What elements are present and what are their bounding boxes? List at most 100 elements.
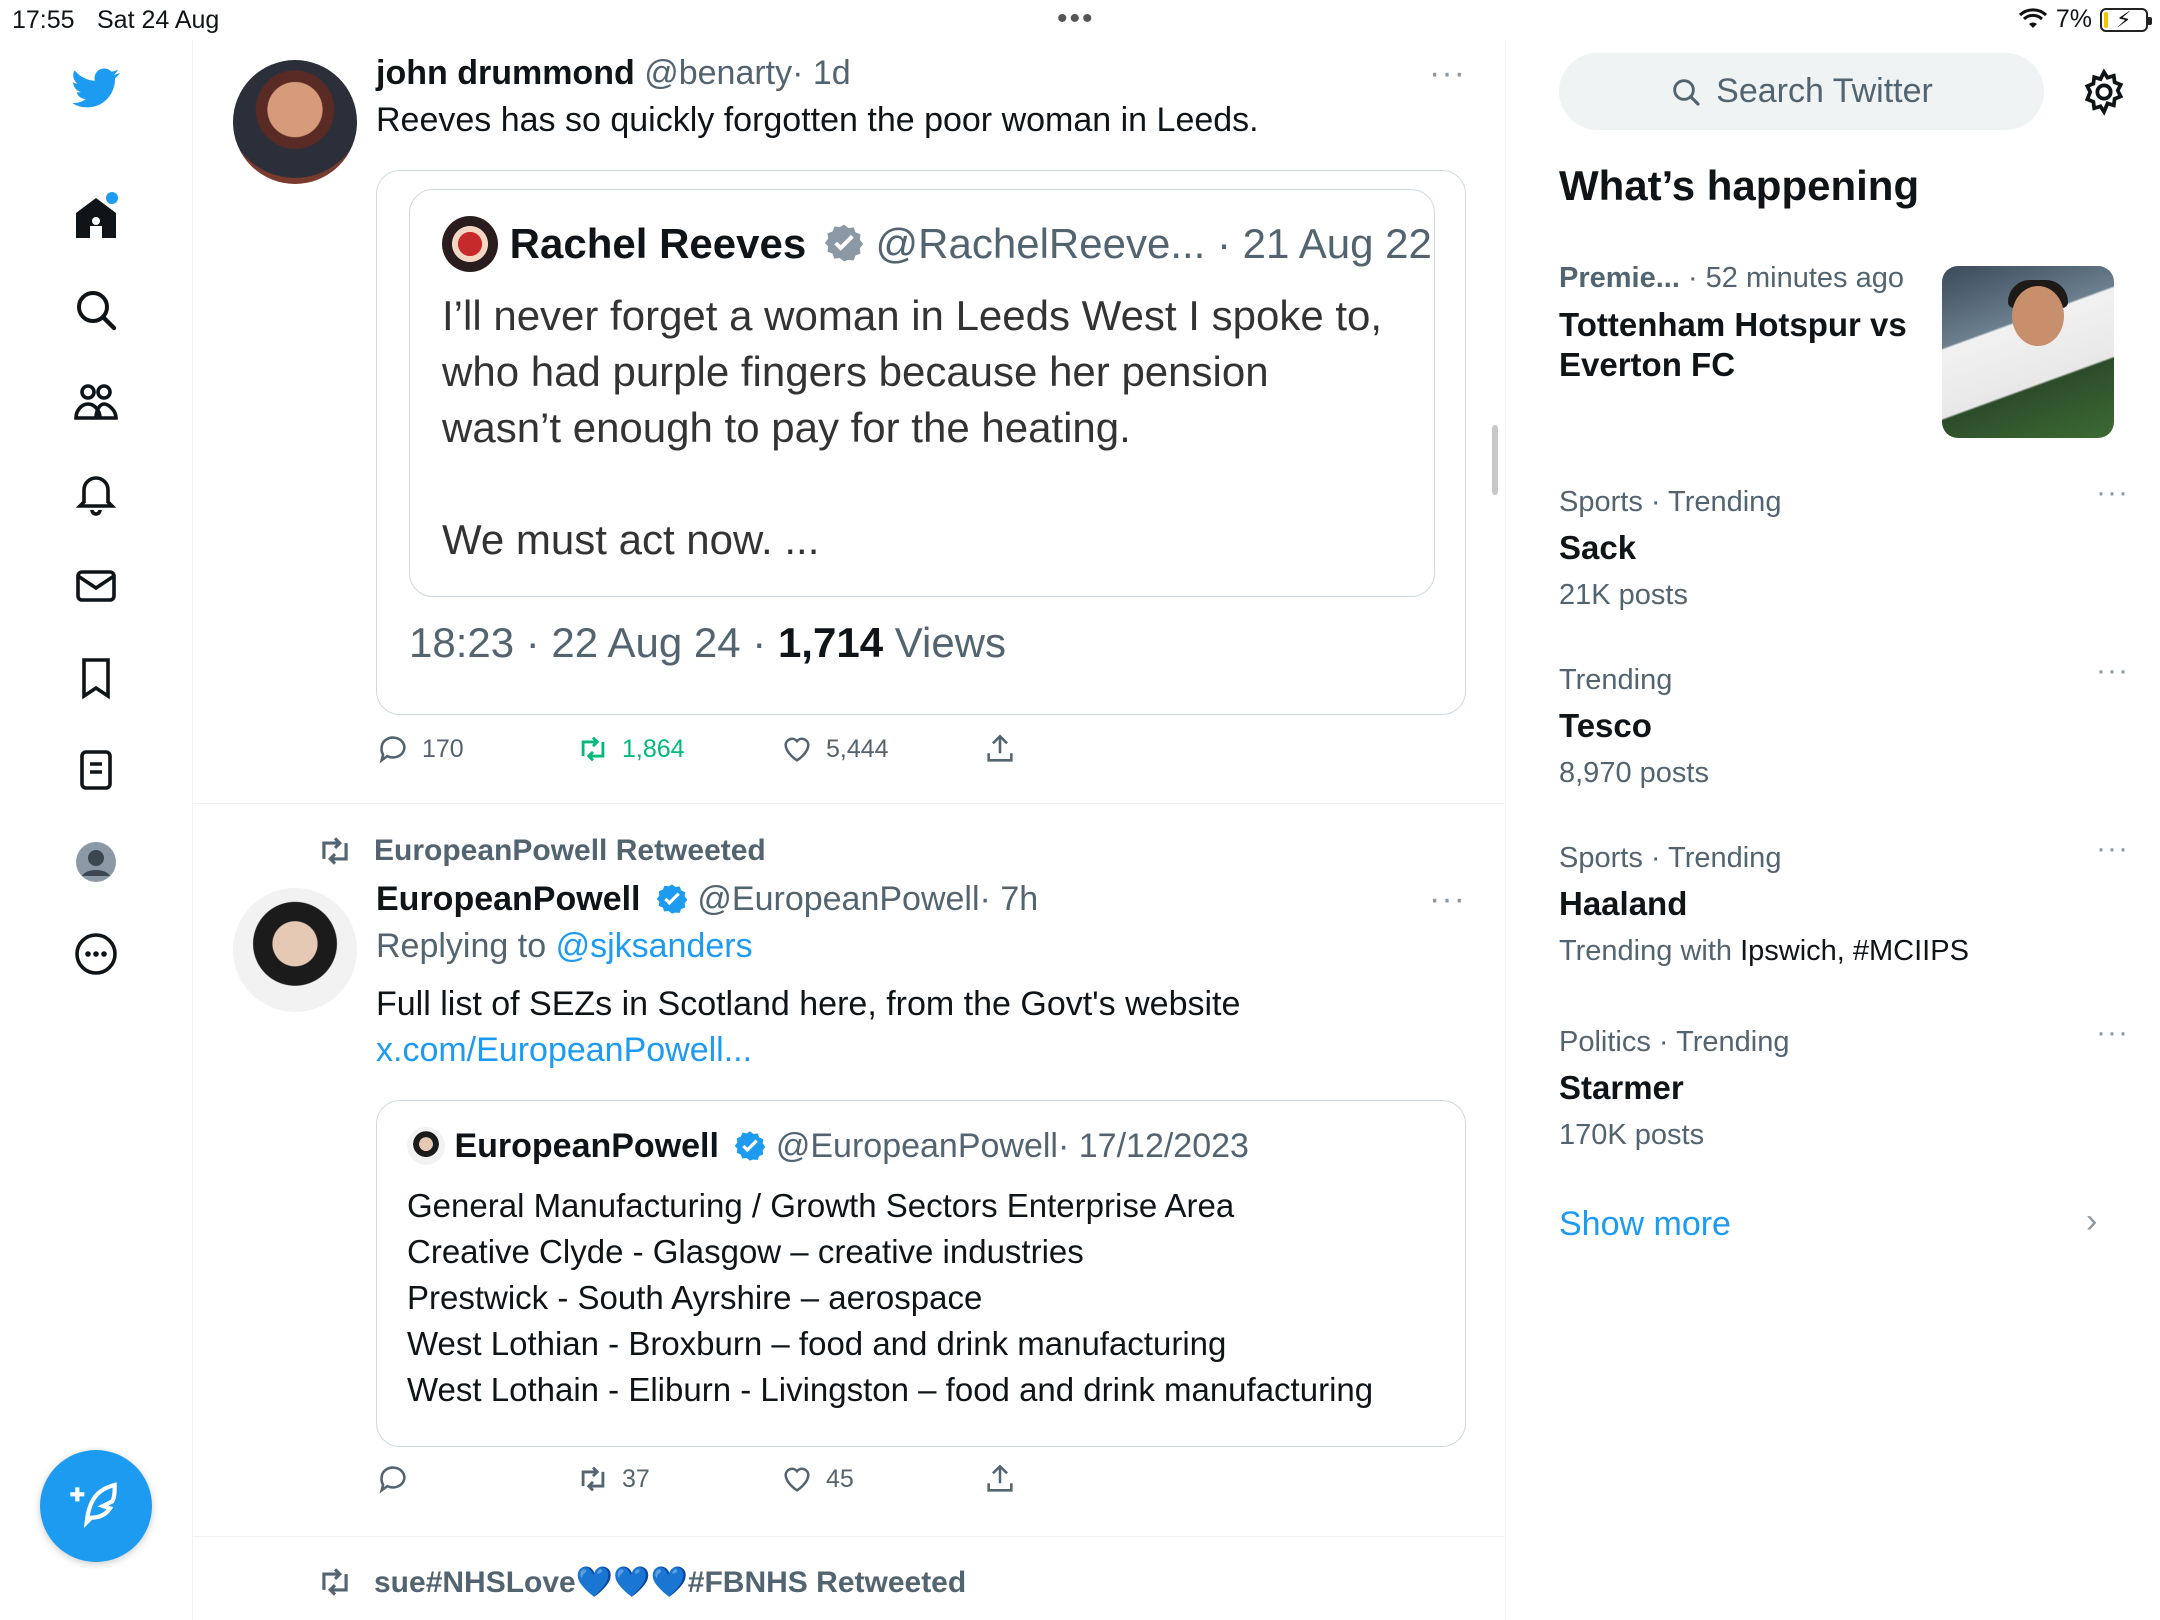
tweet[interactable]: john drummond @benarty· 1d Reeves has so…: [193, 40, 1506, 804]
compose-icon: [70, 1482, 117, 1529]
gear-icon[interactable]: [2079, 67, 2129, 117]
more-options-button[interactable]: ···: [1429, 880, 1466, 919]
quoted-card[interactable]: Rachel Reeves @RachelReeve... · 21 Aug 2…: [376, 170, 1466, 715]
twitter-logo-icon[interactable]: [68, 60, 124, 116]
retweeted-by-label[interactable]: sue#NHSLove💙💙💙#FBNHS Retweeted: [374, 1565, 966, 1600]
communities-icon[interactable]: [68, 374, 124, 430]
reply-button[interactable]: 170: [376, 732, 576, 766]
tweet[interactable]: sue#NHSLove💙💙💙#FBNHS Retweeted: [193, 1537, 1506, 1620]
tweet-actions: 37 45: [376, 1462, 1017, 1496]
quoted-date[interactable]: · 17/12/2023: [1058, 1127, 1249, 1165]
section-title: What’s happening: [1559, 162, 1920, 209]
retweet-icon: [322, 837, 348, 865]
share-button[interactable]: [983, 732, 1017, 766]
tweet[interactable]: EuropeanPowell Retweeted EuropeanPowell …: [193, 804, 1506, 1537]
quoted-text: I’ll never forget a woman in Leeds West …: [442, 288, 1382, 568]
heart-icon: [784, 1467, 810, 1492]
timeline: john drummond @benarty· 1d Reeves has so…: [193, 40, 1506, 1620]
tweet-text: Reeves has so quickly forgotten the poor…: [376, 101, 1259, 139]
battery-icon: ⚡: [2100, 7, 2152, 32]
more-options-button[interactable]: ···: [2096, 1016, 2129, 1050]
trend-count: 170K posts: [1559, 1119, 1705, 1151]
multitasking-dots[interactable]: •••: [1057, 2, 1095, 36]
more-options-button[interactable]: ···: [2096, 654, 2129, 688]
heart-icon: [784, 737, 810, 762]
like-button[interactable]: 45: [780, 1462, 983, 1496]
show-more-link[interactable]: Show more: [1559, 1205, 1731, 1244]
share-button[interactable]: [983, 1462, 1017, 1496]
profile-icon[interactable]: [68, 834, 124, 890]
quoted-line: I’ll never forget a woman in Leeds West …: [442, 292, 1383, 339]
tweet-content: EuropeanPowell @EuropeanPowell· 7h Reply…: [376, 880, 1466, 1073]
verified-badge-icon: [735, 1131, 766, 1161]
mail-icon[interactable]: [68, 558, 124, 614]
home-icon[interactable]: [68, 190, 124, 246]
quoted-author-name[interactable]: EuropeanPowell: [454, 1127, 719, 1165]
author-handle[interactable]: @benarty: [644, 54, 792, 92]
wifi-icon: [2018, 7, 2047, 28]
trend-item[interactable]: Trending Tesco 8,970 posts ···: [1559, 654, 2128, 790]
trend-count: 21K posts: [1559, 579, 1688, 611]
retweet-icon: [581, 736, 605, 762]
reply-count: 170: [422, 734, 464, 763]
retweeted-by-label[interactable]: EuropeanPowell Retweeted: [374, 834, 766, 868]
search-icon: [1673, 78, 1700, 106]
bell-icon[interactable]: [68, 466, 124, 522]
quoted-header: EuropeanPowell @EuropeanPowell· 17/12/20…: [407, 1127, 1249, 1166]
reply-button[interactable]: [376, 1462, 576, 1496]
author-name[interactable]: john drummond: [376, 54, 635, 92]
tweet-timestamp: 18:23 · 22 Aug 24 ·: [409, 619, 767, 666]
compose-button[interactable]: [40, 1450, 152, 1562]
trend-title: Sack: [1559, 529, 1637, 566]
tweet-link[interactable]: x.com/EuropeanPowell...: [376, 1027, 1466, 1073]
more-options-button[interactable]: ···: [2096, 832, 2129, 866]
share-icon: [987, 734, 1013, 762]
quoted-tweet[interactable]: Rachel Reeves @RachelReeve... · 21 Aug 2…: [409, 189, 1435, 597]
search-input[interactable]: Search Twitter: [1559, 53, 2044, 130]
avatar[interactable]: [233, 888, 357, 1012]
tweet-time[interactable]: · 7h: [980, 880, 1039, 918]
notification-dot: [106, 192, 118, 204]
quoted-text: General Manufacturing / Growth Sectors E…: [407, 1183, 1373, 1413]
trend-title: Starmer: [1559, 1069, 1684, 1106]
replying-to-link[interactable]: @sjksanders: [556, 927, 753, 965]
like-button[interactable]: 5,444: [780, 732, 983, 766]
tweet-content: john drummond @benarty· 1d Reeves has so…: [376, 54, 1466, 143]
status-right: 7% ⚡: [2018, 5, 2152, 34]
news-thumbnail[interactable]: [1942, 266, 2114, 438]
trend-related[interactable]: Ipswich, #MCIIPS: [1740, 935, 1969, 967]
quoted-date[interactable]: · 21 Aug 22: [1217, 220, 1432, 267]
quoted-handle[interactable]: @RachelReeve...: [876, 220, 1206, 267]
tweet-time[interactable]: · 1d: [792, 54, 851, 92]
author-name[interactable]: EuropeanPowell: [376, 880, 641, 918]
trend-meta: Politics · Trending: [1559, 1026, 1790, 1058]
verified-badge-icon: [656, 884, 688, 914]
quoted-handle[interactable]: @EuropeanPowell: [776, 1127, 1058, 1165]
quoted-line: Prestwick - South Ayrshire – aerospace: [407, 1279, 983, 1316]
share-icon: [987, 1464, 1013, 1492]
retweet-button[interactable]: 1,864: [576, 732, 780, 766]
quoted-avatar[interactable]: [442, 216, 498, 272]
quoted-avatar[interactable]: [407, 1127, 445, 1165]
search-icon[interactable]: [68, 282, 124, 338]
trend-item[interactable]: Politics · Trending Starmer 170K posts ·…: [1559, 1016, 2128, 1152]
more-options-button[interactable]: ···: [2096, 476, 2129, 510]
quoted-line: West Lothian - Broxburn – food and drink…: [407, 1325, 1227, 1362]
search-placeholder: Search Twitter: [1716, 72, 1933, 110]
status-date: Sat 24 Aug: [97, 6, 220, 34]
lists-icon[interactable]: [68, 742, 124, 798]
trend-item[interactable]: Sports · Trending Haaland Trending with …: [1559, 832, 2128, 968]
tweet-header: EuropeanPowell @EuropeanPowell· 7h: [376, 880, 1466, 919]
more-icon[interactable]: [68, 926, 124, 982]
tweet-actions: 170 1,864 5,444: [376, 732, 1017, 766]
author-handle[interactable]: @EuropeanPowell: [697, 880, 979, 918]
quoted-tweet[interactable]: EuropeanPowell @EuropeanPowell· 17/12/20…: [376, 1100, 1466, 1447]
retweet-button[interactable]: 37: [576, 1462, 780, 1496]
trend-meta: Trending: [1559, 664, 1673, 696]
bookmark-icon[interactable]: [68, 650, 124, 706]
trend-item[interactable]: Sports · Trending Sack 21K posts ···: [1559, 476, 2128, 612]
avatar[interactable]: [233, 60, 357, 184]
quoted-line: West Lothain - Eliburn - Livingston – fo…: [407, 1371, 1374, 1408]
quoted-author-name[interactable]: Rachel Reeves: [510, 220, 807, 267]
more-options-button[interactable]: ···: [1429, 54, 1466, 93]
